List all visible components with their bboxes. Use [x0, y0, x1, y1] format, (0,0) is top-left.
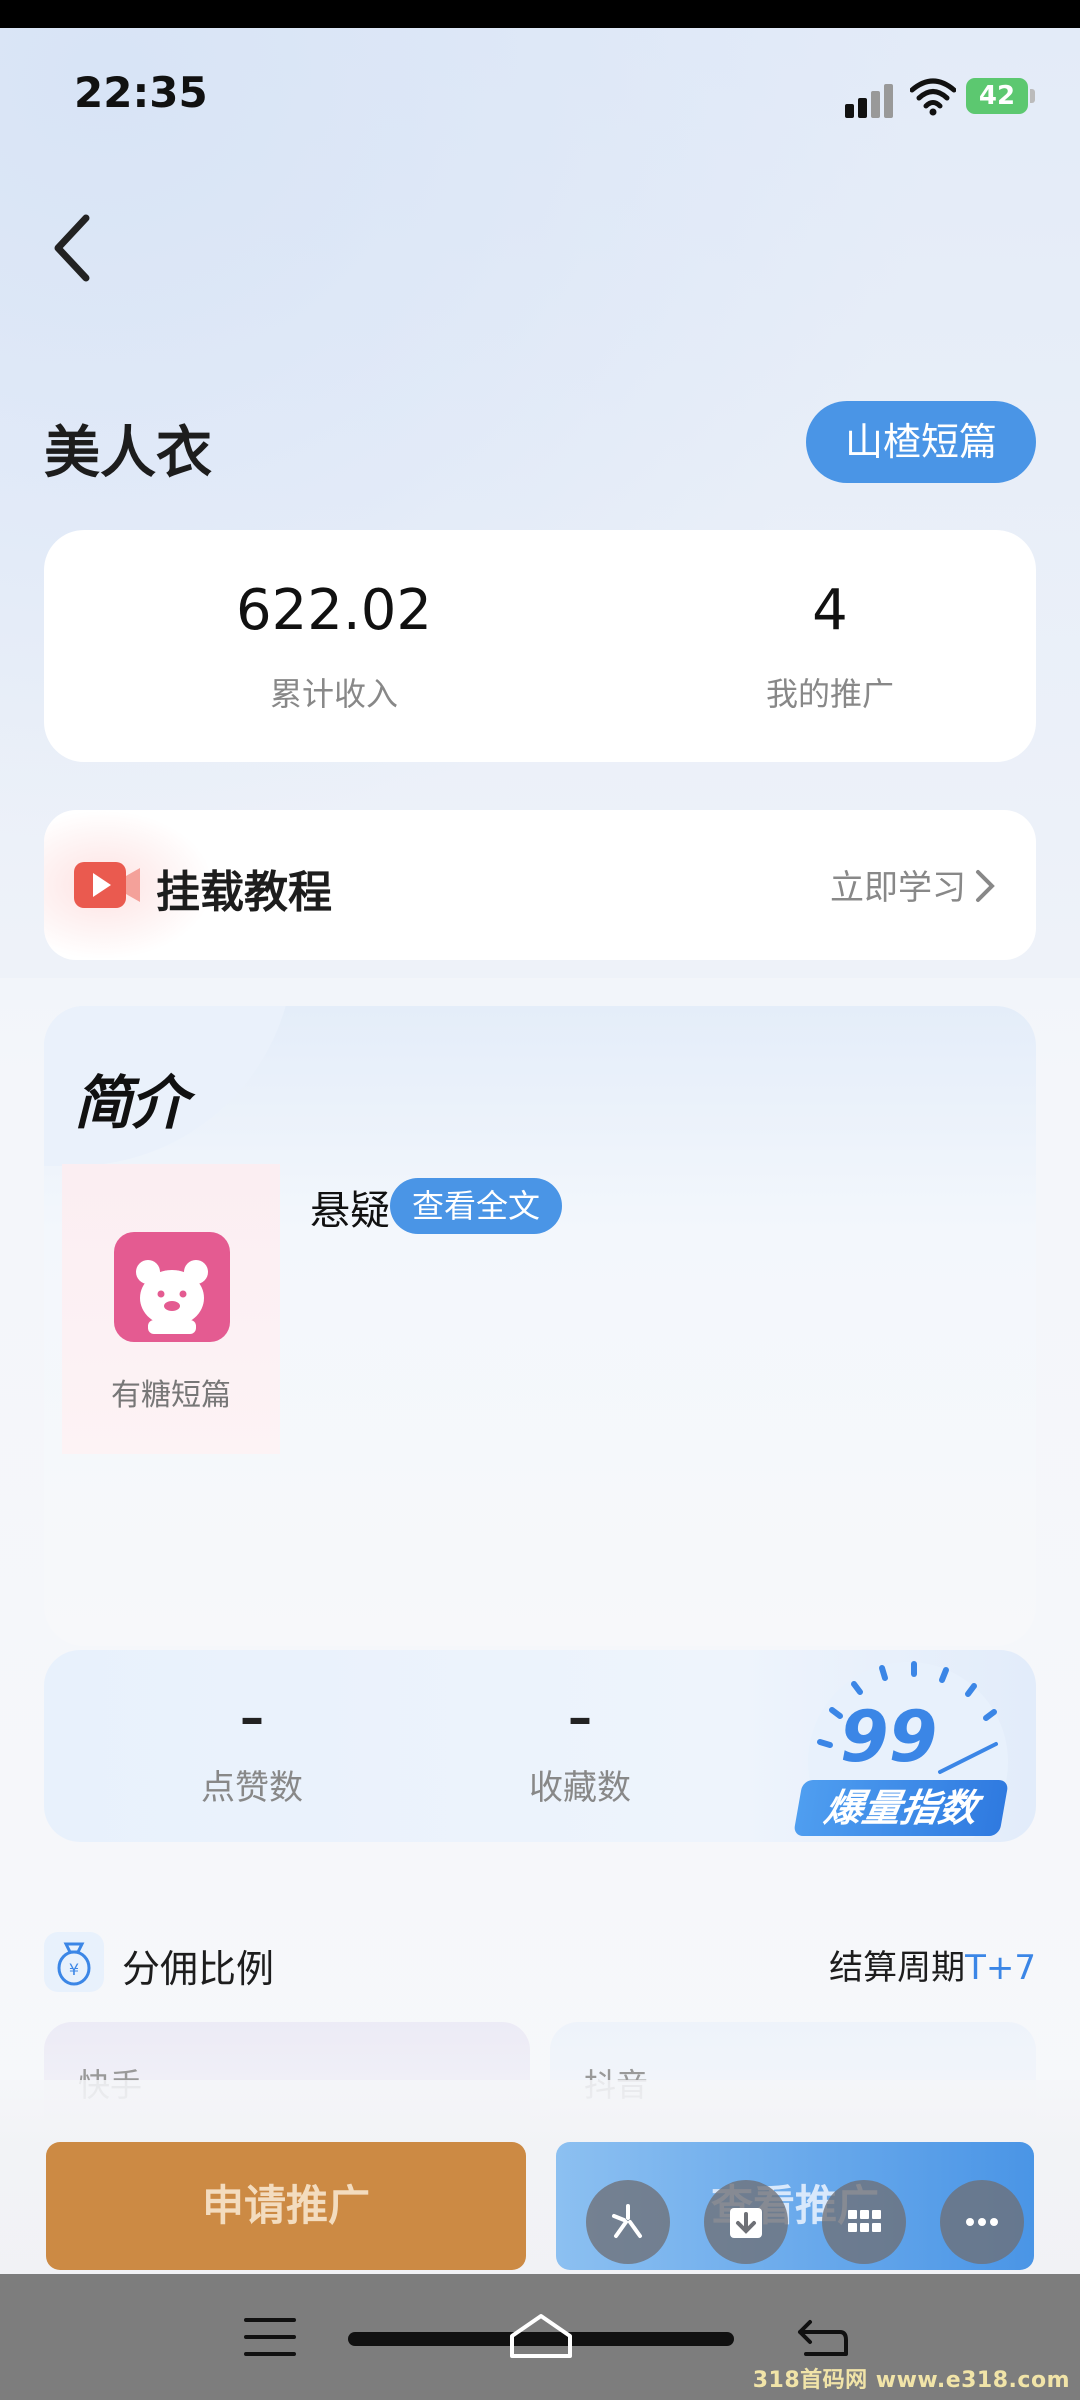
chevron-right-icon — [976, 870, 995, 902]
hot-index-gauge: 99 爆量指数 — [790, 1652, 1020, 1838]
stat-promotions[interactable]: 4 我的推广 — [630, 578, 1030, 715]
home-icon[interactable] — [506, 2310, 576, 2360]
app-logo — [114, 1232, 230, 1342]
grid-float-button[interactable] — [822, 2180, 906, 2264]
stats-card: 622.02 累计收入 4 我的推广 — [44, 530, 1036, 762]
bear-icon — [136, 1260, 208, 1334]
grid-icon — [848, 2210, 881, 2232]
battery-icon: 42 — [966, 78, 1036, 114]
more-float-button[interactable] — [940, 2180, 1024, 2264]
tutorial-row[interactable]: 挂载教程 立即学习 — [44, 810, 1036, 960]
favorites-value: – — [568, 1690, 592, 1746]
intro-title: 简介 — [74, 1069, 188, 1137]
settlement-cycle: 结算周期T+7 — [829, 1940, 1036, 1989]
download-float-button[interactable] — [704, 2180, 788, 2264]
settlement-cycle-value: T+7 — [965, 1948, 1036, 1988]
metric-likes: – 点赞数 — [132, 1690, 372, 1809]
favorites-label: 收藏数 — [529, 1768, 631, 1808]
svg-text:¥: ¥ — [69, 1960, 79, 1979]
learn-now-link[interactable]: 立即学习 — [830, 860, 966, 909]
money-bag-icon: ¥ — [44, 1932, 104, 1992]
commission-label: 分佣比例 — [122, 1947, 275, 1991]
tutorial-label: 挂载教程 — [156, 867, 332, 918]
signal-icon — [845, 84, 893, 118]
cover-app-name: 有糖短篇 — [111, 1378, 231, 1413]
likes-label: 点赞数 — [201, 1768, 303, 1808]
app-screen: 22:35 42 美人衣 山楂短篇 622.02 累计收入 4 我的推广 挂载教… — [0, 28, 1080, 2400]
commission-row: ¥ 分佣比例 结算周期T+7 — [44, 1930, 1036, 2000]
stat-income-value: 622.02 — [236, 578, 432, 643]
wifi-icon — [910, 78, 956, 116]
stat-promotions-value: 4 — [812, 578, 848, 643]
more-dots-icon — [966, 2218, 998, 2226]
status-time: 22:35 — [74, 68, 208, 117]
battery-level: 42 — [966, 78, 1028, 114]
stat-income-label: 累计收入 — [269, 675, 398, 713]
stat-income: 622.02 累计收入 — [134, 578, 534, 715]
hot-index-label: 爆量指数 — [793, 1780, 1009, 1836]
view-full-text-button[interactable]: 查看全文 — [390, 1178, 562, 1234]
page-title: 美人衣 — [44, 421, 212, 486]
source-tag-button[interactable]: 山楂短篇 — [806, 401, 1036, 483]
system-nav-bar: 318首码网 www.e318.com — [0, 2274, 1080, 2400]
metric-favorites: – 收藏数 — [460, 1690, 700, 1809]
hot-index-score: 99 — [840, 1696, 938, 1778]
settlement-cycle-label: 结算周期 — [829, 1948, 966, 1988]
sparkle-icon — [612, 2204, 642, 2238]
bottom-action-bar: 申请推广 查看推广 — [0, 2080, 1080, 2304]
assistant-float-button[interactable] — [586, 2180, 670, 2264]
genre-text: 悬疑 — [310, 1188, 390, 1234]
book-cover[interactable]: 有糖短篇 — [62, 1164, 280, 1454]
video-play-icon — [74, 862, 140, 908]
apply-promotion-button[interactable]: 申请推广 — [46, 2142, 526, 2270]
intro-card: 简介 有糖短篇 悬疑 查看全文 — [44, 1006, 1036, 1646]
menu-icon[interactable] — [244, 2314, 296, 2360]
download-icon — [730, 2208, 762, 2238]
likes-value: – — [240, 1690, 264, 1746]
watermark-text: 318首码网 www.e318.com — [752, 2368, 1070, 2393]
metrics-card: – 点赞数 – 收藏数 99 爆量指数 — [44, 1650, 1036, 1842]
stat-promotions-label: 我的推广 — [765, 675, 894, 713]
back-arrow-icon[interactable] — [46, 208, 106, 288]
back-nav-icon[interactable] — [796, 2314, 850, 2362]
status-bar: 22:35 42 — [0, 28, 1080, 158]
